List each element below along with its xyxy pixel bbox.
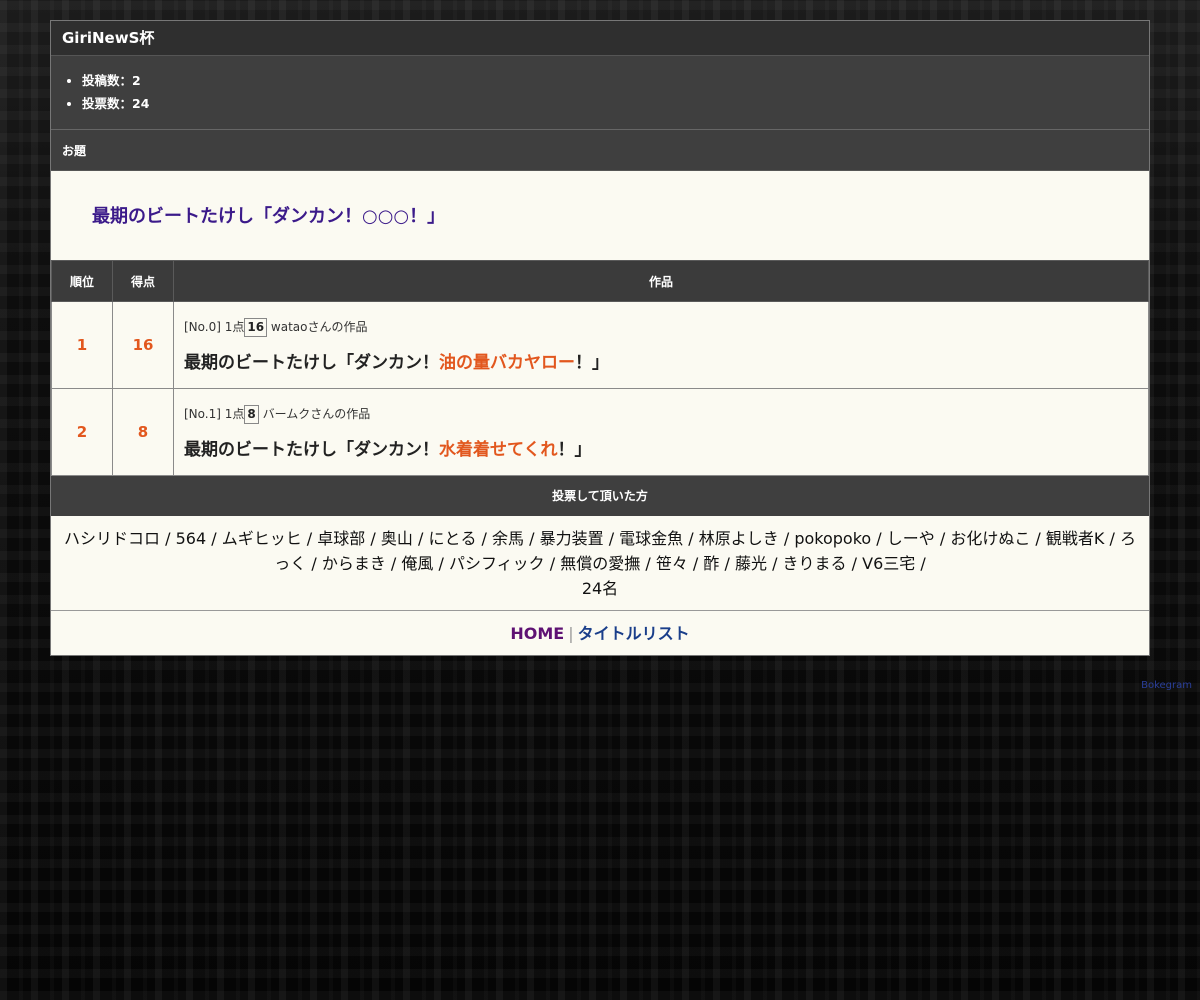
entry-number: [No.1] bbox=[184, 406, 221, 421]
table-row: 2 8 [No.1] 1点 8 バームクさんの作品 最期のビートたけし「ダンカン！… bbox=[51, 388, 1149, 476]
voter-name: 564 bbox=[175, 529, 207, 548]
odai-text: 最期のビートたけし「ダンカン！○○○！」 bbox=[92, 206, 446, 227]
contest-title: GiriNewS杯 bbox=[51, 21, 1149, 56]
entry-text: 最期のビートたけし「ダンカン！水着着せてくれ！」 bbox=[174, 435, 1148, 460]
voter-name: ハシリドコロ bbox=[64, 529, 161, 548]
voter-name: 林原よしき bbox=[698, 529, 779, 548]
entry-number: [No.0] bbox=[184, 319, 221, 334]
voter-count: 24名 bbox=[581, 579, 619, 598]
voter-name: 余馬 bbox=[492, 529, 525, 548]
voter-name: 暴力装置 bbox=[539, 529, 604, 548]
voter-name: pokopoko bbox=[794, 529, 872, 548]
score-cell: 16 bbox=[112, 301, 174, 389]
title-list-link[interactable]: タイトルリスト bbox=[578, 624, 690, 643]
odai-heading: お題 bbox=[51, 130, 1149, 171]
points-per-vote: 1点 bbox=[224, 406, 245, 421]
voter-name: 笹々 bbox=[655, 554, 688, 573]
post-count: 投稿数：2 bbox=[82, 69, 1149, 92]
voter-name: 奥山 bbox=[380, 529, 413, 548]
work-cell: [No.1] 1点 8 バームクさんの作品 最期のビートたけし「ダンカン！水着着せ… bbox=[173, 388, 1149, 476]
voter-name: 電球金魚 bbox=[619, 529, 684, 548]
score-header: 得点 bbox=[112, 260, 174, 302]
voter-name: しーや bbox=[886, 529, 935, 548]
voter-name: 卓球部 bbox=[317, 529, 366, 548]
voter-name: パシフィック bbox=[448, 554, 545, 573]
rank-cell: 1 bbox=[51, 301, 113, 389]
voters-box: ハシリドコロ / 564 / ムギヒッヒ / 卓球部 / 奥山 / にとる / … bbox=[51, 516, 1149, 611]
voter-name: 酢 bbox=[703, 554, 720, 573]
voter-name: ムギヒッヒ bbox=[221, 529, 302, 548]
points-badge: 16 bbox=[244, 317, 268, 337]
voter-name: からまき bbox=[321, 554, 386, 573]
entry-suffix: ！」 bbox=[557, 439, 592, 460]
voter-name: 藤光 bbox=[734, 554, 767, 573]
voter-list: ハシリドコロ / 564 / ムギヒッヒ / 卓球部 / 奥山 / にとる / … bbox=[64, 529, 1136, 573]
voters-heading: 投票して頂いた方 bbox=[51, 476, 1149, 516]
home-link[interactable]: HOME bbox=[510, 624, 564, 643]
vote-count: 投票数：24 bbox=[82, 92, 1149, 115]
voter-name: 無償の愛撫 bbox=[560, 554, 641, 573]
contest-panel: GiriNewS杯 投稿数：2 投票数：24 お題 最期のビートたけし「ダンカン… bbox=[50, 20, 1150, 656]
points-per-vote: 1点 bbox=[224, 319, 245, 334]
results-header-row: 順位 得点 作品 bbox=[51, 260, 1149, 302]
rank-header: 順位 bbox=[51, 260, 113, 302]
entry-answer: 水着着せてくれ bbox=[439, 439, 558, 460]
stats-box: 投稿数：2 投票数：24 bbox=[51, 56, 1149, 130]
voter-name: にとる bbox=[428, 529, 477, 548]
points-badge: 8 bbox=[244, 404, 259, 424]
score-cell: 8 bbox=[112, 388, 174, 476]
results-table: 順位 得点 作品 1 16 [No.0] 1点 16 wataoさんの作品 最期の… bbox=[51, 260, 1149, 476]
entry-prefix: 最期のビートたけし「ダンカン！ bbox=[184, 439, 439, 460]
voter-name: 観戦者K bbox=[1045, 529, 1105, 548]
rank-cell: 2 bbox=[51, 388, 113, 476]
footer-nav: HOME | タイトルリスト bbox=[51, 611, 1149, 655]
entry-suffix: ！」 bbox=[575, 352, 609, 373]
entry-meta: [No.1] 1点 8 バームクさんの作品 bbox=[174, 404, 1148, 424]
entry-meta: [No.0] 1点 16 wataoさんの作品 bbox=[174, 317, 1148, 337]
voter-name: きりまる bbox=[782, 554, 847, 573]
author-label: wataoさんの作品 bbox=[270, 319, 368, 334]
author-label: バームクさんの作品 bbox=[262, 406, 371, 421]
bokegram-credit-link[interactable]: Bokegram bbox=[1141, 680, 1192, 691]
entry-text: 最期のビートたけし「ダンカン！油の量バカヤロー！」 bbox=[174, 348, 1148, 373]
nav-separator: | bbox=[568, 624, 574, 643]
work-header: 作品 bbox=[173, 260, 1149, 302]
work-cell: [No.0] 1点 16 wataoさんの作品 最期のビートたけし「ダンカン！油の… bbox=[173, 301, 1149, 389]
table-row: 1 16 [No.0] 1点 16 wataoさんの作品 最期のビートたけし「ダン… bbox=[51, 301, 1149, 389]
stats-list: 投稿数：2 投票数：24 bbox=[51, 69, 1149, 115]
voter-name: お化けぬこ bbox=[950, 529, 1031, 548]
entry-answer: 油の量バカヤロー bbox=[439, 352, 575, 373]
voter-name: 俺風 bbox=[401, 554, 434, 573]
entry-prefix: 最期のビートたけし「ダンカン！ bbox=[184, 352, 439, 373]
voter-name: V6三宅 bbox=[862, 554, 916, 573]
